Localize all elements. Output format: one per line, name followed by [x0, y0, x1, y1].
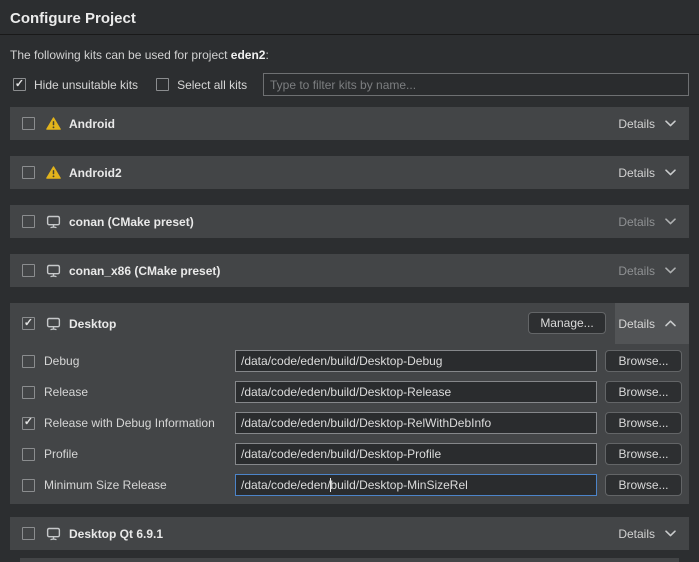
- config-row-relwithdebinfo: ✓ Release with Debug Information Browse.…: [22, 412, 680, 434]
- kit-name: Desktop Qt 6.9.1: [69, 527, 163, 541]
- config-checkbox[interactable]: ✓: [22, 417, 35, 430]
- checkbox[interactable]: ✓: [156, 78, 169, 91]
- kit-checkbox[interactable]: ✓: [22, 264, 35, 277]
- checkbox[interactable]: ✓: [13, 78, 26, 91]
- kit-checkbox[interactable]: ✓: [22, 527, 35, 540]
- build-path-input[interactable]: [235, 350, 597, 372]
- details-label: Details: [618, 264, 655, 278]
- subtitle-colon: :: [265, 48, 268, 62]
- config-label: Release with Debug Information: [44, 416, 235, 430]
- build-path-input[interactable]: [235, 474, 597, 496]
- kit-section-desktop: Details ✓ Desktop Manage... ✓ Debug Brow…: [10, 303, 689, 504]
- config-checkbox[interactable]: ✓: [22, 355, 35, 368]
- project-name: eden2: [231, 48, 266, 62]
- desktop-icon: [45, 264, 61, 278]
- browse-button[interactable]: Browse...: [605, 412, 682, 434]
- kit-name: conan (CMake preset): [69, 215, 194, 229]
- filter-bar: ✓ Hide unsuitable kits ✓ Select all kits: [10, 73, 689, 96]
- kit-row-partial: [20, 558, 679, 562]
- kit-row-desktop-qt-691[interactable]: ✓ Desktop Qt 6.9.1 Details: [10, 517, 689, 550]
- kit-name: Android: [69, 117, 115, 131]
- chevron-down-icon: [664, 217, 677, 226]
- config-label: Release: [44, 385, 235, 399]
- kit-filter-input[interactable]: [263, 73, 689, 96]
- desktop-icon: [45, 215, 61, 229]
- checkmark-icon: ✓: [24, 417, 33, 428]
- kit-row-conan[interactable]: ✓ conan (CMake preset) Details: [10, 205, 689, 238]
- subtitle-text: The following kits can be used for proje…: [10, 48, 231, 62]
- kit-row-android2[interactable]: ✓ Android2 Details: [10, 156, 689, 189]
- details-button-expanded[interactable]: Details: [615, 303, 689, 344]
- kit-checkbox[interactable]: ✓: [22, 215, 35, 228]
- config-label: Debug: [44, 354, 235, 368]
- desktop-icon: [45, 317, 61, 331]
- config-row-release: ✓ Release Browse...: [22, 381, 680, 403]
- chevron-down-icon: [664, 266, 677, 275]
- kit-name: Android2: [69, 166, 122, 180]
- hide-unsuitable-kits-checkbox[interactable]: ✓ Hide unsuitable kits: [13, 78, 138, 92]
- details-label: Details: [618, 317, 655, 331]
- details-label: Details: [618, 166, 655, 180]
- chevron-up-icon: [664, 319, 677, 328]
- warning-icon: [45, 166, 61, 179]
- kit-checkbox[interactable]: ✓: [22, 317, 35, 330]
- build-path-field: [235, 412, 597, 434]
- build-path-input[interactable]: [235, 412, 597, 434]
- details-button[interactable]: Details: [618, 117, 677, 131]
- build-path-field: [235, 350, 597, 372]
- details-label: Details: [618, 117, 655, 131]
- checkmark-icon: ✓: [24, 318, 33, 329]
- kit-row-conan-x86[interactable]: ✓ conan_x86 (CMake preset) Details: [10, 254, 689, 287]
- chevron-down-icon: [664, 168, 677, 177]
- config-label: Profile: [44, 447, 235, 461]
- details-button[interactable]: Details: [618, 166, 677, 180]
- manage-button[interactable]: Manage...: [528, 312, 606, 334]
- kit-name: conan_x86 (CMake preset): [69, 264, 220, 278]
- kit-name: Desktop: [69, 317, 116, 331]
- build-path-field: [235, 443, 597, 465]
- checkbox-label: Select all kits: [177, 78, 247, 92]
- warning-icon: [45, 117, 61, 130]
- chevron-down-icon: [664, 119, 677, 128]
- chevron-down-icon: [664, 529, 677, 538]
- config-row-profile: ✓ Profile Browse...: [22, 443, 680, 465]
- config-checkbox[interactable]: ✓: [22, 448, 35, 461]
- text-caret: [330, 478, 331, 492]
- kits-subtitle: The following kits can be used for proje…: [10, 48, 689, 62]
- select-all-kits-checkbox[interactable]: ✓ Select all kits: [156, 78, 247, 92]
- config-checkbox[interactable]: ✓: [22, 479, 35, 492]
- browse-button[interactable]: Browse...: [605, 381, 682, 403]
- desktop-icon: [45, 527, 61, 541]
- kit-row-android[interactable]: ✓ Android Details: [10, 107, 689, 140]
- details-button[interactable]: Details: [618, 264, 677, 278]
- details-label: Details: [618, 215, 655, 229]
- details-button[interactable]: Details: [618, 527, 677, 541]
- kit-checkbox[interactable]: ✓: [22, 117, 35, 130]
- kit-list: ✓ Android Details ✓ Android2 Details ✓ c…: [10, 107, 689, 562]
- config-label: Minimum Size Release: [44, 478, 235, 492]
- build-path-field: [235, 381, 597, 403]
- kit-checkbox[interactable]: ✓: [22, 166, 35, 179]
- build-path-field-focused: [235, 474, 597, 496]
- checkmark-icon: ✓: [15, 79, 24, 90]
- build-path-input[interactable]: [235, 443, 597, 465]
- build-path-input[interactable]: [235, 381, 597, 403]
- details-label: Details: [618, 527, 655, 541]
- config-checkbox[interactable]: ✓: [22, 386, 35, 399]
- page-title: Configure Project: [0, 0, 699, 35]
- details-button[interactable]: Details: [618, 215, 677, 229]
- browse-button[interactable]: Browse...: [605, 474, 682, 496]
- browse-button[interactable]: Browse...: [605, 350, 682, 372]
- config-row-debug: ✓ Debug Browse...: [22, 350, 680, 372]
- config-row-minsizerel: ✓ Minimum Size Release Browse...: [22, 474, 680, 496]
- checkbox-label: Hide unsuitable kits: [34, 78, 138, 92]
- browse-button[interactable]: Browse...: [605, 443, 682, 465]
